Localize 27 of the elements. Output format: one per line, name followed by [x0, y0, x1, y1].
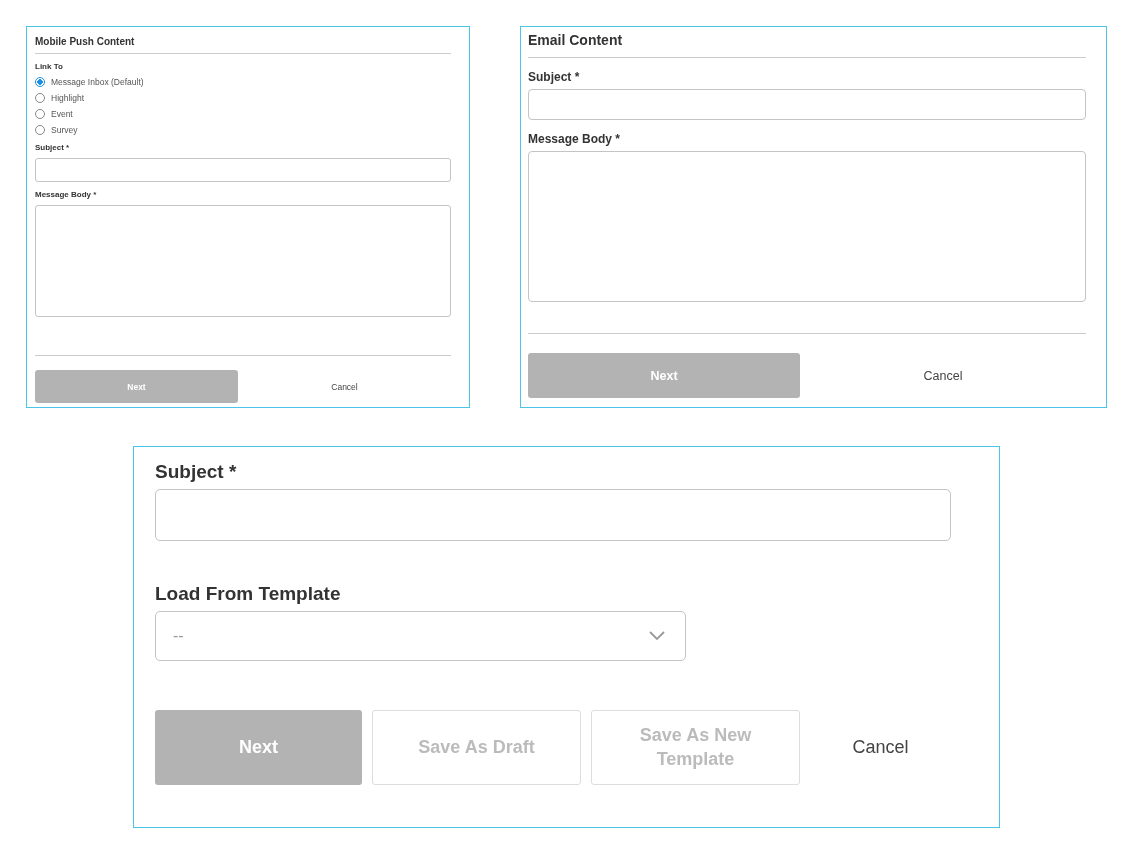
field-label: Load From Template: [155, 583, 342, 605]
radio-option[interactable]: Survey: [35, 125, 451, 135]
field-label: Subject *: [35, 143, 71, 152]
field-label: Message Body *: [35, 190, 98, 199]
cancel-button[interactable]: Cancel: [800, 353, 1086, 398]
field-label: Link To: [35, 62, 64, 71]
panel-title: Mobile Push Content: [35, 35, 136, 49]
radio-option[interactable]: Event: [35, 109, 451, 119]
radio-label: Event: [51, 109, 73, 119]
subject-field[interactable]: [155, 489, 951, 541]
message-body-field[interactable]: [528, 151, 1086, 302]
field-label: Subject *: [528, 70, 581, 84]
cancel-button[interactable]: Cancel: [810, 710, 951, 785]
cancel-button[interactable]: Cancel: [238, 370, 451, 403]
subject-field[interactable]: [35, 158, 451, 182]
radio-option[interactable]: Message Inbox (Default): [35, 77, 451, 87]
radio-label: Survey: [51, 125, 78, 135]
subject-field[interactable]: [528, 89, 1086, 120]
message-body-field[interactable]: [35, 205, 451, 317]
panel-title: Email Content: [528, 31, 624, 50]
radio-option[interactable]: Highlight: [35, 93, 451, 103]
radio-label: Message Inbox (Default): [51, 77, 144, 87]
chevron-down-icon: [649, 631, 665, 641]
radio-button[interactable]: [35, 77, 45, 87]
field-label: Subject *: [155, 461, 238, 483]
field-label: Message Body *: [528, 132, 622, 146]
radio-label: Highlight: [51, 93, 85, 103]
